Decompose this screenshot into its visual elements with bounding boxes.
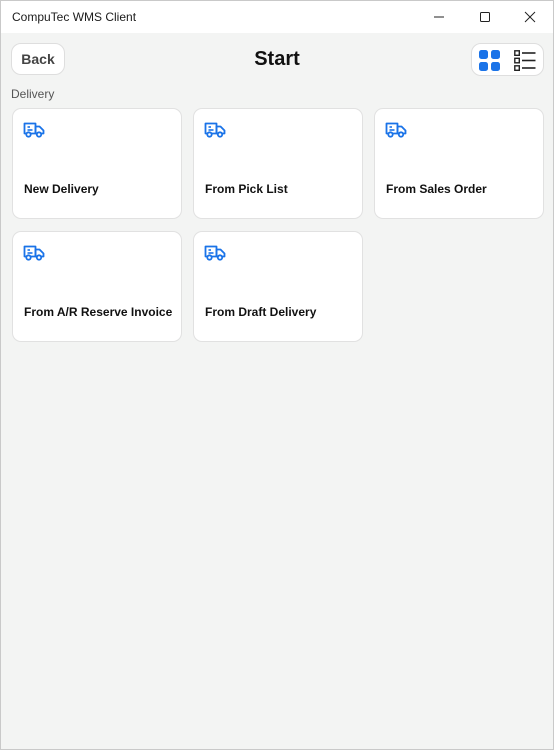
- minimize-icon: [434, 16, 444, 18]
- title-bar: CompuTec WMS Client: [1, 1, 553, 33]
- truck-icon: [204, 122, 226, 138]
- minimize-button[interactable]: [416, 1, 462, 33]
- close-icon: [524, 11, 536, 23]
- tile-label: From Sales Order: [386, 182, 487, 196]
- tile-from-sales-order[interactable]: From Sales Order: [374, 108, 544, 219]
- tile-from-draft-delivery[interactable]: From Draft Delivery: [193, 231, 363, 342]
- maximize-button[interactable]: [462, 1, 508, 33]
- truck-icon: [385, 122, 407, 138]
- maximize-icon: [480, 12, 490, 22]
- truck-icon: [23, 245, 45, 261]
- truck-icon: [23, 122, 45, 138]
- list-view-icon[interactable]: [514, 50, 536, 71]
- page-header: Back Start: [1, 33, 553, 87]
- tile-label: From A/R Reserve Invoice: [24, 305, 173, 319]
- app-title: CompuTec WMS Client: [12, 10, 137, 24]
- truck-icon: [204, 245, 226, 261]
- tile-new-delivery[interactable]: New Delivery: [12, 108, 182, 219]
- close-button[interactable]: [507, 1, 553, 33]
- grid-view-icon[interactable]: [479, 50, 500, 71]
- tile-from-pick-list[interactable]: From Pick List: [193, 108, 363, 219]
- tile-label: New Delivery: [24, 182, 99, 196]
- view-toggle: [471, 43, 544, 76]
- section-label: Delivery: [11, 87, 55, 101]
- tile-label: From Pick List: [205, 182, 288, 196]
- tile-from-ar-reserve-invoice[interactable]: From A/R Reserve Invoice: [12, 231, 182, 342]
- tile-label: From Draft Delivery: [205, 305, 317, 319]
